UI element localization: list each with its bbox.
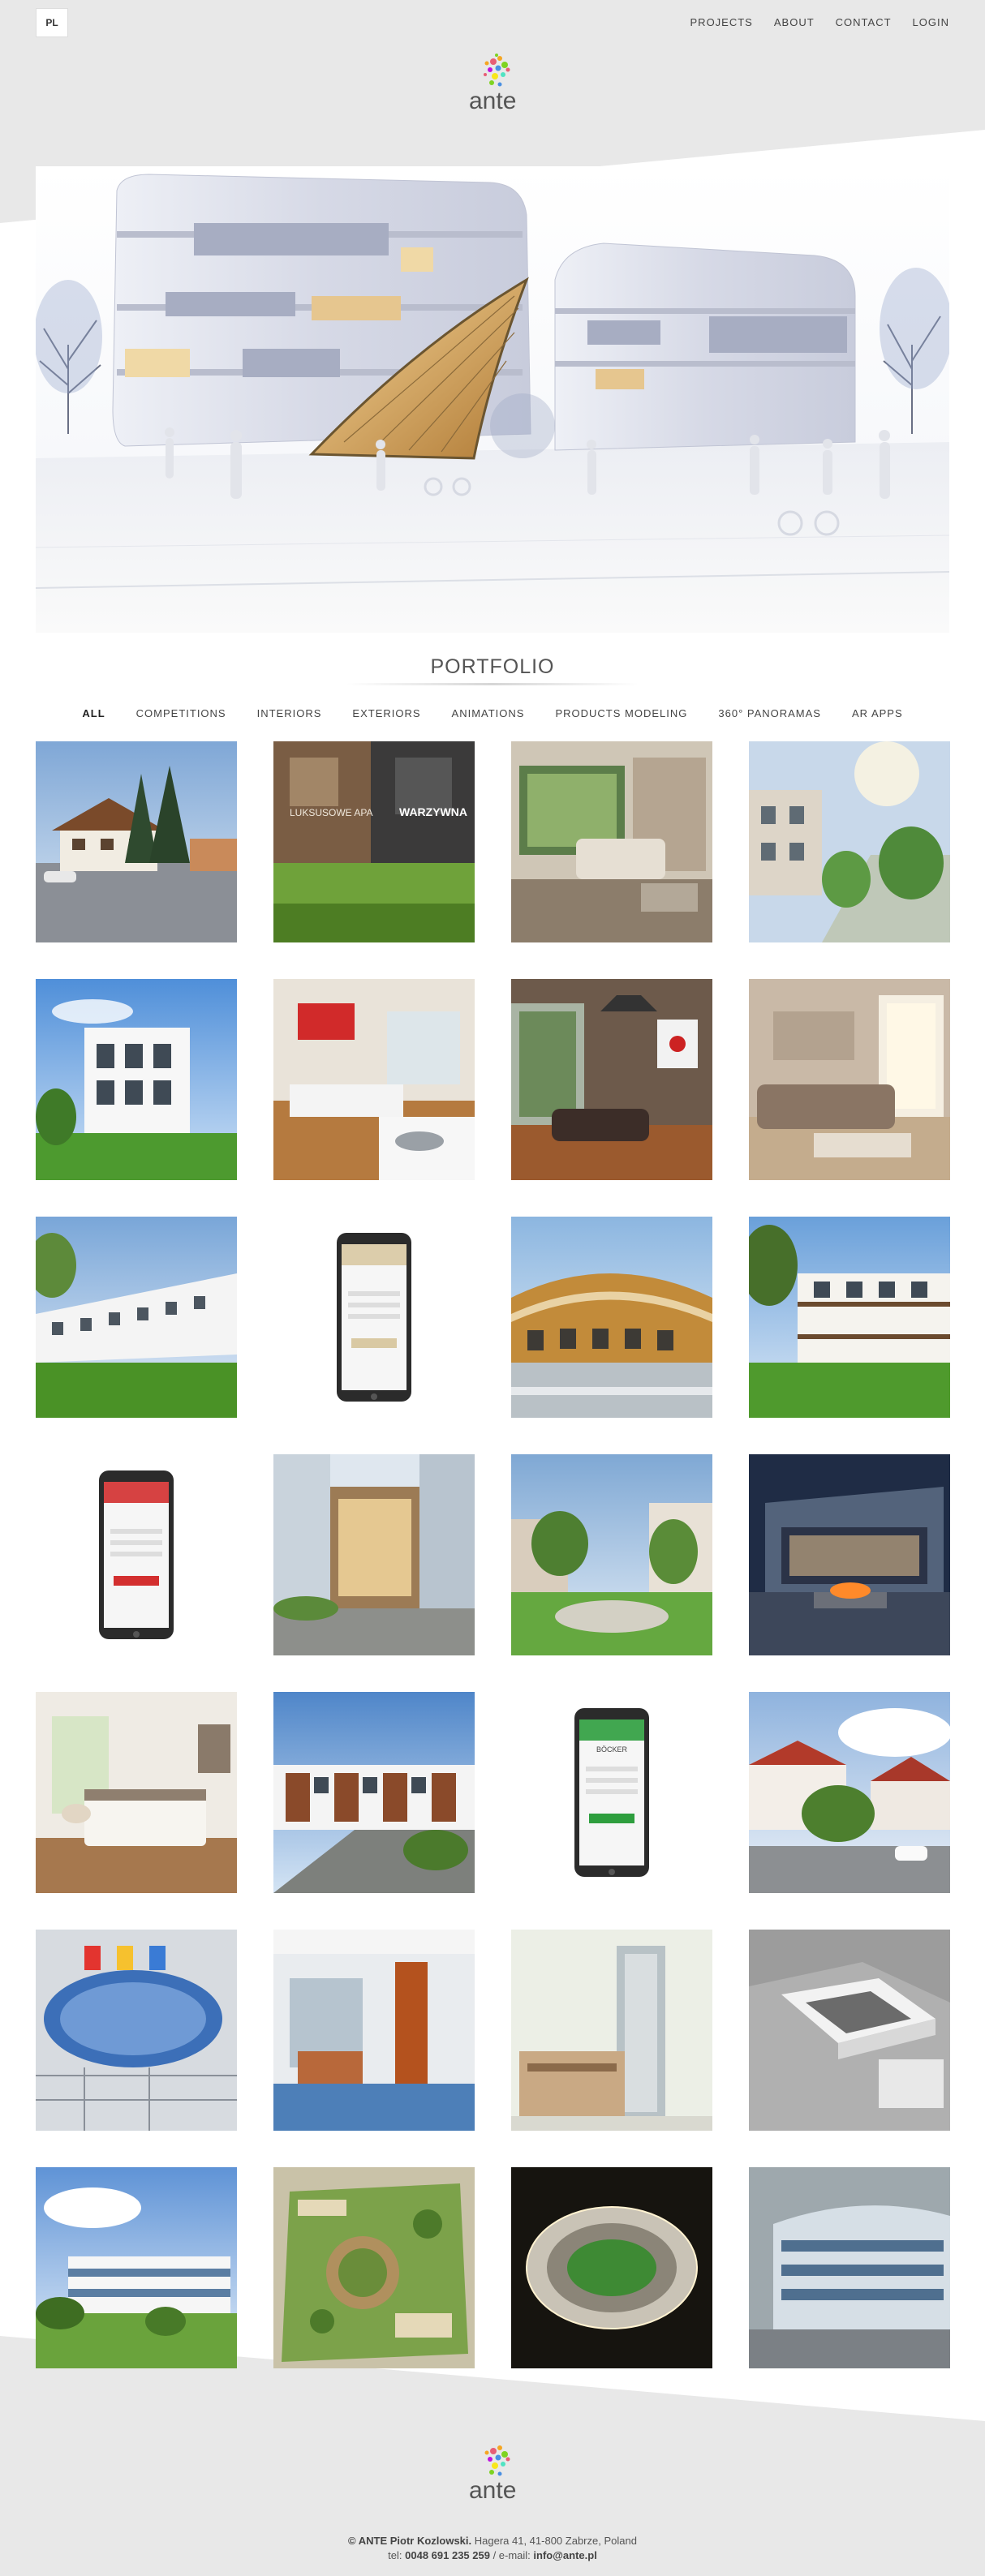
- portfolio-tile[interactable]: [749, 1930, 950, 2131]
- portfolio-thumbnail: [273, 979, 475, 1180]
- filter-products-modeling[interactable]: PRODUCTS MODELING: [555, 707, 687, 719]
- nav-contact[interactable]: CONTACT: [836, 16, 892, 28]
- portfolio-grid: LUKSUSOWE APA WARZYWNA BÖCKER: [36, 741, 950, 2368]
- portfolio-tile[interactable]: [749, 1217, 950, 1418]
- hero-image: [36, 166, 949, 633]
- filter-ar-apps[interactable]: AR APPS: [852, 707, 903, 719]
- filter-interiors[interactable]: INTERIORS: [257, 707, 322, 719]
- footer-address: © ANTE Piotr Kozlowski. Hagera 41, 41-80…: [0, 2534, 985, 2548]
- portfolio-tile[interactable]: [273, 1217, 475, 1418]
- filter-exteriors[interactable]: EXTERIORS: [352, 707, 420, 719]
- portfolio-tile[interactable]: [511, 1454, 712, 1655]
- portfolio-tile[interactable]: [511, 1930, 712, 2131]
- svg-text:ante: ante: [469, 2477, 516, 2504]
- nav-about[interactable]: ABOUT: [774, 16, 815, 28]
- portfolio-title: PORTFOLIO: [430, 655, 555, 678]
- portfolio-thumbnail: [273, 1930, 475, 2131]
- portfolio-tile[interactable]: [511, 741, 712, 942]
- portfolio-title-underline: [346, 683, 639, 685]
- portfolio-tile[interactable]: [749, 2167, 950, 2368]
- nav-projects[interactable]: PROJECTS: [690, 16, 753, 28]
- portfolio-filters: ALL COMPETITIONS INTERIORS EXTERIORS ANI…: [0, 707, 985, 719]
- logo-dots-icon: [484, 2445, 510, 2476]
- footer-email-label: / e-mail:: [489, 2549, 534, 2561]
- portfolio-tile[interactable]: [273, 1930, 475, 2131]
- portfolio-thumbnail: [36, 2167, 237, 2368]
- ad-text-right: WARZYWNA: [399, 805, 467, 818]
- portfolio-tile[interactable]: [273, 1692, 475, 1893]
- portfolio-tile[interactable]: [36, 741, 237, 942]
- portfolio-tile[interactable]: LUKSUSOWE APA WARZYWNA: [273, 741, 475, 942]
- portfolio-thumbnail: [36, 1454, 237, 1655]
- filter-animations[interactable]: ANIMATIONS: [452, 707, 525, 719]
- portfolio-tile[interactable]: [36, 2167, 237, 2368]
- logo-dots-icon: [484, 54, 510, 87]
- portfolio-thumbnail: [36, 979, 237, 1180]
- portfolio-thumbnail: BÖCKER: [511, 1692, 712, 1893]
- portfolio-thumbnail: [749, 741, 950, 942]
- portfolio-thumbnail: [749, 979, 950, 1180]
- filter-all[interactable]: ALL: [82, 707, 105, 719]
- filter-360-panoramas[interactable]: 360° PANORAMAS: [718, 707, 821, 719]
- portfolio-thumbnail: [749, 2167, 950, 2368]
- portfolio-thumbnail: [273, 2167, 475, 2368]
- footer-email-link[interactable]: info@ante.pl: [533, 2549, 596, 2561]
- portfolio-tile[interactable]: [36, 979, 237, 1180]
- portfolio-thumbnail: [511, 1930, 712, 2131]
- ad-text-left: LUKSUSOWE APA: [290, 807, 372, 818]
- footer-company: © ANTE Piotr Kozlowski.: [348, 2535, 472, 2547]
- footer-phone-link[interactable]: 0048 691 235 259: [405, 2549, 490, 2561]
- portfolio-thumbnail: [749, 1692, 950, 1893]
- portfolio-thumbnail: [36, 1692, 237, 1893]
- portfolio-thumbnail: [273, 1454, 475, 1655]
- portfolio-tile[interactable]: [511, 979, 712, 1180]
- portfolio-thumbnail: [273, 1217, 475, 1418]
- portfolio-thumbnail: [511, 979, 712, 1180]
- portfolio-thumbnail: [511, 2167, 712, 2368]
- portfolio-tile[interactable]: [36, 1930, 237, 2131]
- portfolio-tile[interactable]: [511, 2167, 712, 2368]
- portfolio-tile[interactable]: [749, 741, 950, 942]
- footer-ante-logo[interactable]: ante: [446, 2440, 536, 2513]
- filter-competitions[interactable]: COMPETITIONS: [136, 707, 226, 719]
- portfolio-thumbnail: [749, 1930, 950, 2131]
- portfolio-tile[interactable]: [273, 979, 475, 1180]
- portfolio-tile[interactable]: [749, 1454, 950, 1655]
- app-brand-text: BÖCKER: [596, 1745, 628, 1754]
- ante-logo[interactable]: ante: [446, 50, 536, 123]
- portfolio-thumbnail: [749, 1217, 950, 1418]
- portfolio-thumbnail: [36, 1217, 237, 1418]
- portfolio-tile[interactable]: [36, 1217, 237, 1418]
- portfolio-tile[interactable]: [36, 1692, 237, 1893]
- nav-login[interactable]: LOGIN: [913, 16, 949, 28]
- portfolio-thumbnail: [36, 1930, 237, 2131]
- main-nav: PROJECTS ABOUT CONTACT LOGIN: [690, 16, 949, 28]
- footer-tel-label: tel:: [388, 2549, 406, 2561]
- portfolio-tile[interactable]: [273, 1454, 475, 1655]
- portfolio-thumbnail: [511, 741, 712, 942]
- svg-text:ante: ante: [469, 88, 516, 114]
- portfolio-thumbnail: [511, 1454, 712, 1655]
- portfolio-thumbnail: LUKSUSOWE APA WARZYWNA: [273, 741, 475, 942]
- portfolio-tile[interactable]: [36, 1454, 237, 1655]
- portfolio-thumbnail: [273, 1692, 475, 1893]
- portfolio-tile[interactable]: [273, 2167, 475, 2368]
- footer-contact: tel: 0048 691 235 259 / e-mail: info@ant…: [0, 2548, 985, 2563]
- portfolio-tile[interactable]: [749, 1692, 950, 1893]
- language-switch-button[interactable]: PL: [36, 8, 68, 37]
- portfolio-tile[interactable]: [749, 979, 950, 1180]
- footer-address-text: Hagera 41, 41-800 Zabrze, Poland: [471, 2535, 637, 2547]
- portfolio-thumbnail: [511, 1217, 712, 1418]
- portfolio-thumbnail: [749, 1454, 950, 1655]
- portfolio-thumbnail: [36, 741, 237, 942]
- footer-info: © ANTE Piotr Kozlowski. Hagera 41, 41-80…: [0, 2534, 985, 2563]
- portfolio-tile[interactable]: BÖCKER: [511, 1692, 712, 1893]
- portfolio-tile[interactable]: [511, 1217, 712, 1418]
